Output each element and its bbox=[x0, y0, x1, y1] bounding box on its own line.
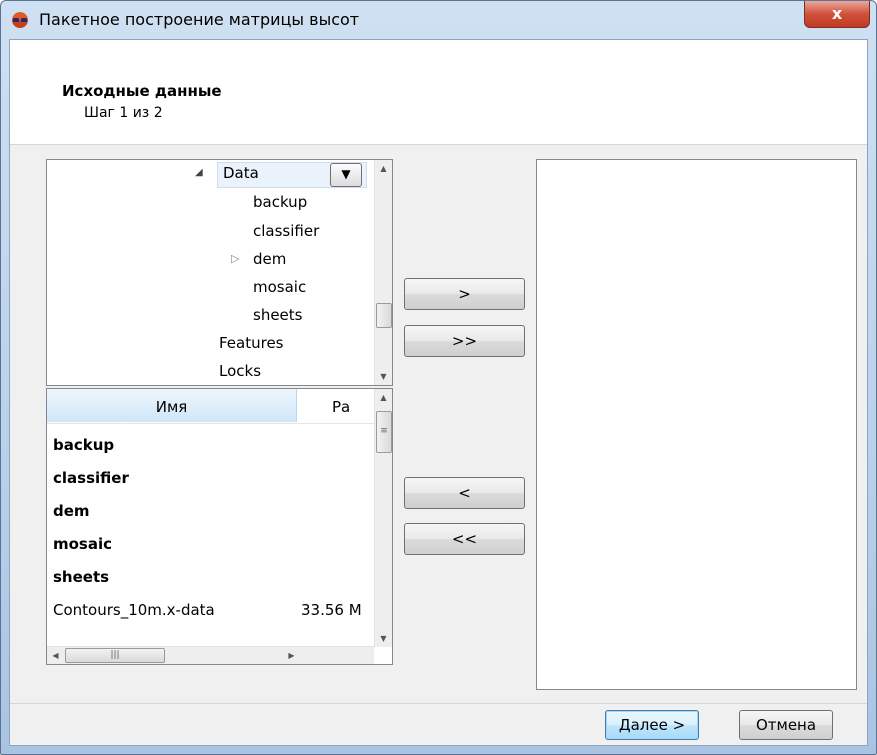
column-size[interactable]: Ра bbox=[297, 389, 374, 422]
cancel-button[interactable]: Отмена bbox=[739, 710, 833, 740]
column-name[interactable]: ▲ Имя bbox=[47, 389, 297, 422]
scroll-right-icon[interactable]: ▶ bbox=[283, 647, 300, 664]
list-item[interactable]: backup bbox=[53, 430, 114, 460]
list-item[interactable]: Contours_10m.x-data bbox=[53, 595, 215, 625]
list-header: ▲ Имя Ра bbox=[47, 389, 374, 424]
tree-item-backup[interactable]: backup bbox=[253, 189, 307, 215]
title-bar[interactable]: Пакетное построение матрицы высот x bbox=[1, 1, 876, 39]
dropdown-arrow-icon[interactable]: ▼ bbox=[330, 163, 362, 187]
tree-item-mosaic[interactable]: mosaic bbox=[253, 274, 306, 300]
dialog-window: Пакетное построение матрицы высот x Исхо… bbox=[0, 0, 877, 755]
add-button[interactable]: > bbox=[404, 278, 525, 310]
wizard-header: Исходные данные Шаг 1 из 2 bbox=[10, 40, 867, 145]
remove-all-button[interactable]: << bbox=[404, 523, 525, 555]
list-item[interactable]: classifier bbox=[53, 463, 129, 493]
list-item[interactable]: sheets bbox=[53, 562, 109, 592]
scroll-down-icon[interactable]: ▼ bbox=[375, 630, 392, 647]
add-all-button[interactable]: >> bbox=[404, 325, 525, 357]
tree-item-data[interactable]: Data bbox=[223, 160, 259, 186]
scroll-thumb[interactable]: ≡ bbox=[376, 411, 392, 453]
scroll-down-icon[interactable]: ▼ bbox=[375, 368, 392, 385]
list-item[interactable]: dem bbox=[53, 496, 90, 526]
dialog-body: Исходные данные Шаг 1 из 2 ◢ Data ▼ back… bbox=[9, 39, 868, 746]
list-scrollbar[interactable]: ▲ ≡ ▼ bbox=[374, 389, 392, 647]
scroll-thumb[interactable] bbox=[376, 303, 392, 328]
step-counter: Шаг 1 из 2 bbox=[84, 105, 163, 121]
list-item-size: 33.56 M bbox=[301, 601, 362, 619]
column-name-label: Имя bbox=[155, 398, 188, 416]
footer-divider bbox=[10, 703, 867, 704]
close-button[interactable]: x bbox=[804, 1, 870, 28]
window-title: Пакетное построение матрицы высот bbox=[39, 10, 360, 29]
hscroll-thumb[interactable]: ||| bbox=[65, 648, 165, 663]
tree-item-dem[interactable]: dem bbox=[253, 246, 286, 272]
tree-scrollbar[interactable]: ▲ ▼ bbox=[374, 160, 392, 385]
remove-button[interactable]: < bbox=[404, 477, 525, 509]
folder-tree[interactable]: ◢ Data ▼ backup classifier ▷ dem mosaic … bbox=[46, 159, 393, 386]
tree-item-classifier[interactable]: classifier bbox=[253, 218, 319, 244]
tree-item-features[interactable]: Features bbox=[219, 330, 284, 356]
app-icon bbox=[12, 12, 28, 28]
expanded-arrow-icon[interactable]: ◢ bbox=[195, 160, 203, 186]
next-button[interactable]: Далее > bbox=[605, 710, 699, 740]
step-title: Исходные данные bbox=[62, 82, 222, 100]
scroll-up-icon[interactable]: ▲ bbox=[375, 389, 392, 406]
sort-arrow-icon: ▲ bbox=[47, 389, 296, 393]
selected-list[interactable] bbox=[536, 159, 857, 690]
scroll-up-icon[interactable]: ▲ bbox=[375, 160, 392, 177]
tree-item-sheets[interactable]: sheets bbox=[253, 302, 302, 328]
collapsed-arrow-icon[interactable]: ▷ bbox=[231, 246, 239, 272]
file-list[interactable]: ▲ Имя Ра backup classifier dem mosaic sh… bbox=[46, 388, 393, 665]
scroll-left-icon[interactable]: ◀ bbox=[47, 647, 64, 664]
list-hscrollbar[interactable]: ◀ ||| ▶ bbox=[47, 646, 374, 664]
list-item[interactable]: mosaic bbox=[53, 529, 112, 559]
tree-item-locks[interactable]: Locks bbox=[219, 358, 261, 384]
